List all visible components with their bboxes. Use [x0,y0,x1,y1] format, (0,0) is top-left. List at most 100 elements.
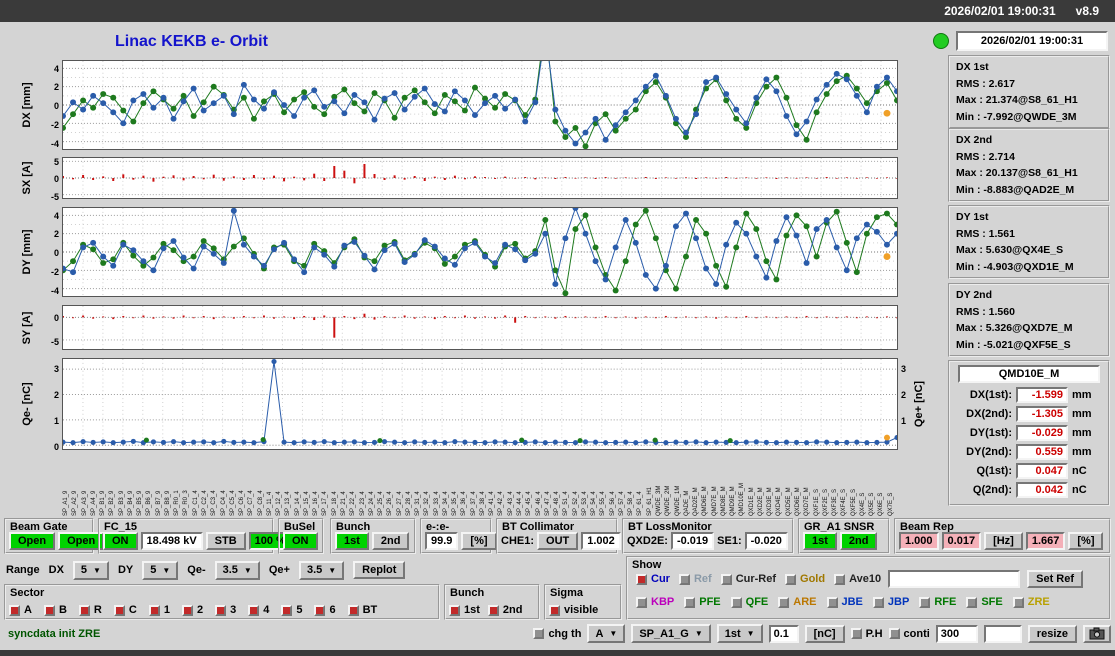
checkbox-item-bt[interactable]: BT [347,604,378,616]
che1-out-button[interactable]: OUT [537,532,579,550]
checkbox-qfe[interactable] [730,596,742,608]
range-qep-select[interactable]: 3.5 ▼ [298,560,345,580]
stat-title: DY 2nd [956,289,992,301]
monitor-row-unit: mm [1072,407,1092,420]
set-ref-button[interactable]: Set Ref [1027,570,1084,588]
x-axis-label: QX5E_S [869,492,876,516]
snapshot-button[interactable] [1083,624,1111,643]
checkbox-1[interactable] [148,604,160,616]
monitor-row-value: 0.047 [1016,462,1068,479]
checkbox-item-sfe[interactable]: SFE [966,596,1003,608]
checkbox-item-a[interactable]: A [9,604,32,616]
checkbox-jbe[interactable] [826,596,838,608]
checkbox-item-3[interactable]: 3 [215,604,236,616]
checkbox-r[interactable] [78,604,90,616]
checkbox-item-qfe[interactable]: QFE [730,596,768,608]
ref-input[interactable] [888,570,1021,588]
checkbox-label-bt: BT [362,604,378,616]
conti-checkbox-item[interactable]: conti [888,628,930,640]
bunch-order-select[interactable]: 1st ▼ [716,624,763,643]
checkbox-visible[interactable] [549,604,560,616]
extra-input[interactable] [983,624,1022,643]
checkbox-item-5[interactable]: 5 [281,604,302,616]
ph-checkbox[interactable] [850,628,862,639]
x-axis-label: QAD2E_M [693,487,700,516]
sigma-panel: Sigma visible [544,584,622,620]
snsr-2nd-button[interactable]: 2nd [839,532,878,550]
checkbox-zre[interactable] [1012,596,1024,608]
replot-button[interactable]: Replot [353,561,406,579]
fc15-stb-button[interactable]: STB [205,532,246,550]
checkbox-item-r[interactable]: R [78,604,102,616]
threshold-input[interactable] [768,624,799,643]
monitor-row-value: -0.029 [1016,424,1068,441]
mode-select[interactable]: A ▼ [587,624,626,643]
conti-checkbox[interactable] [888,628,900,639]
checkbox-kbp[interactable] [636,596,647,608]
checkbox-rfe[interactable] [919,596,931,608]
bunch-1st-button[interactable]: 1st [335,532,369,550]
ph-checkbox-item[interactable]: P.H [850,628,883,640]
sp-select[interactable]: SP_A1_G ▼ [631,624,711,643]
checkbox-item-visible[interactable]: visible [549,604,598,616]
checkbox-item-are[interactable]: ARE [778,596,817,608]
checkbox-4[interactable] [248,604,260,616]
x-axis-label: SP_12_4 [276,491,283,516]
checkbox-cur[interactable] [636,573,647,585]
checkbox-pfe[interactable] [684,596,696,608]
checkbox-item-ref[interactable]: Ref [678,573,712,585]
range-dx-select[interactable]: 5 ▼ [72,560,109,580]
checkbox-bt[interactable] [347,604,359,616]
y-axis-label-sy: SY [A] [21,311,33,344]
count-input[interactable] [935,624,978,643]
x-axis-label: QXF5E_S [850,488,857,516]
busel-on-button[interactable]: ON [283,532,318,550]
checkbox-item-2[interactable]: 2 [181,604,203,616]
gr-a1-snsr-panel: GR_A1 SNSR 1st 2nd [798,518,890,554]
bunch-2nd-button[interactable]: 2nd [371,532,410,550]
checkbox-are[interactable] [778,596,790,608]
checkbox-item-c[interactable]: C [113,604,137,616]
checkbox-3[interactable] [215,604,227,616]
x-axis-label: SP_43_4 [507,491,514,516]
checkbox-item-jbe[interactable]: JBE [826,596,863,608]
checkbox-2nd[interactable] [487,604,499,616]
y-axis-label-qe-right: Qe+ [nC] [913,380,925,428]
checkbox-jbp[interactable] [872,596,884,608]
checkbox-ave10[interactable] [834,573,846,585]
checkbox-cur-ref[interactable] [720,573,732,585]
checkbox-item-6[interactable]: 6 [314,604,336,616]
checkbox-2[interactable] [181,604,193,616]
checkbox-1st[interactable] [449,604,460,616]
checkbox-item-pfe[interactable]: PFE [684,596,721,608]
checkbox-5[interactable] [281,604,293,616]
checkbox-item-4[interactable]: 4 [248,604,269,616]
beam-gate-open-button-1[interactable]: Open [9,532,56,550]
checkbox-ref[interactable] [678,573,690,585]
checkbox-a[interactable] [9,604,20,616]
range-qem-select[interactable]: 3.5 ▼ [214,560,260,580]
chg-th-checkbox[interactable] [533,628,545,639]
snsr-1st-button[interactable]: 1st [803,532,837,550]
checkbox-c[interactable] [113,604,125,616]
checkbox-6[interactable] [314,604,326,616]
chg-th-checkbox-item[interactable]: chg th [533,628,581,640]
checkbox-item-1[interactable]: 1 [148,604,170,616]
checkbox-item-cur-ref[interactable]: Cur-Ref [720,573,776,585]
checkbox-item-b[interactable]: B [43,604,67,616]
checkbox-item-jbp[interactable]: JBP [872,596,909,608]
checkbox-item-gold[interactable]: Gold [785,573,825,585]
checkbox-item-kbp[interactable]: KBP [636,596,674,608]
checkbox-item-ave10[interactable]: Ave10 [834,573,881,585]
checkbox-item-zre[interactable]: ZRE [1012,596,1050,608]
checkbox-item-rfe[interactable]: RFE [919,596,956,608]
checkbox-sfe[interactable] [966,596,978,608]
checkbox-item-cur[interactable]: Cur [636,573,670,585]
checkbox-item-2nd[interactable]: 2nd [487,604,522,616]
checkbox-b[interactable] [43,604,55,616]
checkbox-gold[interactable] [785,573,797,585]
resize-button[interactable]: resize [1027,624,1077,643]
range-dy-select[interactable]: 5 ▼ [142,560,179,580]
fc15-on-button[interactable]: ON [103,532,138,550]
checkbox-item-1st[interactable]: 1st [449,604,480,616]
